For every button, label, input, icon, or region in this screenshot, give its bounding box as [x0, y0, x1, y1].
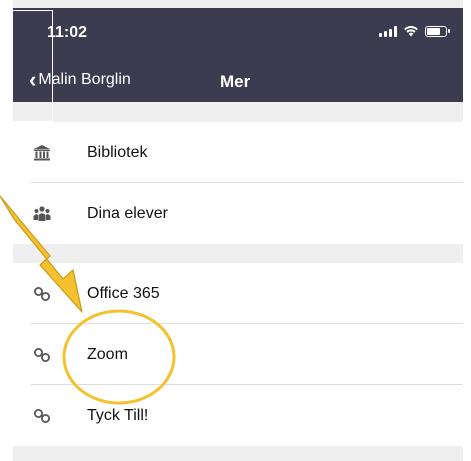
library-icon — [34, 145, 50, 161]
menu-item-label: Zoom — [87, 345, 128, 363]
wifi-icon — [404, 26, 418, 37]
link-icon — [34, 409, 50, 423]
link-icon — [34, 287, 50, 301]
status-bar: 11:02 — [13, 8, 463, 60]
students-icon — [33, 206, 51, 221]
menu-item-label: Office 365 — [87, 284, 160, 302]
signal-icon — [379, 25, 397, 37]
navigation-bar: ‹ Malin Borglin Mer — [13, 60, 463, 102]
battery-icon — [425, 25, 450, 37]
status-icons — [379, 25, 450, 37]
link-icon — [34, 348, 50, 362]
menu-item-label: Bibliotek — [87, 143, 148, 161]
menu-item-label: Dina elever — [87, 204, 168, 222]
menu-item-label: Tyck Till! — [87, 406, 149, 424]
chevron-left-icon: ‹ — [29, 67, 37, 92]
back-button[interactable]: ‹ Malin Borglin — [29, 67, 131, 92]
menu-group-2: Office 365 Zoom Tyck Till! — [13, 263, 463, 446]
menu-item-bibliotek[interactable]: Bibliotek — [13, 122, 463, 183]
page-title: Mer — [220, 72, 251, 91]
status-time: 11:02 — [47, 24, 88, 41]
menu-group-1: Bibliotek Dina elever — [13, 122, 463, 244]
menu-item-zoom[interactable]: Zoom — [13, 324, 463, 385]
menu-item-dina-elever[interactable]: Dina elever — [13, 183, 463, 244]
menu-item-office-365[interactable]: Office 365 — [13, 263, 463, 324]
back-label: Malin Borglin — [38, 71, 131, 88]
app-screen: 11:02 ‹ Malin Borglin Mer Bibliotek Dina… — [13, 0, 463, 461]
menu-item-tyck-till[interactable]: Tyck Till! — [13, 385, 463, 446]
